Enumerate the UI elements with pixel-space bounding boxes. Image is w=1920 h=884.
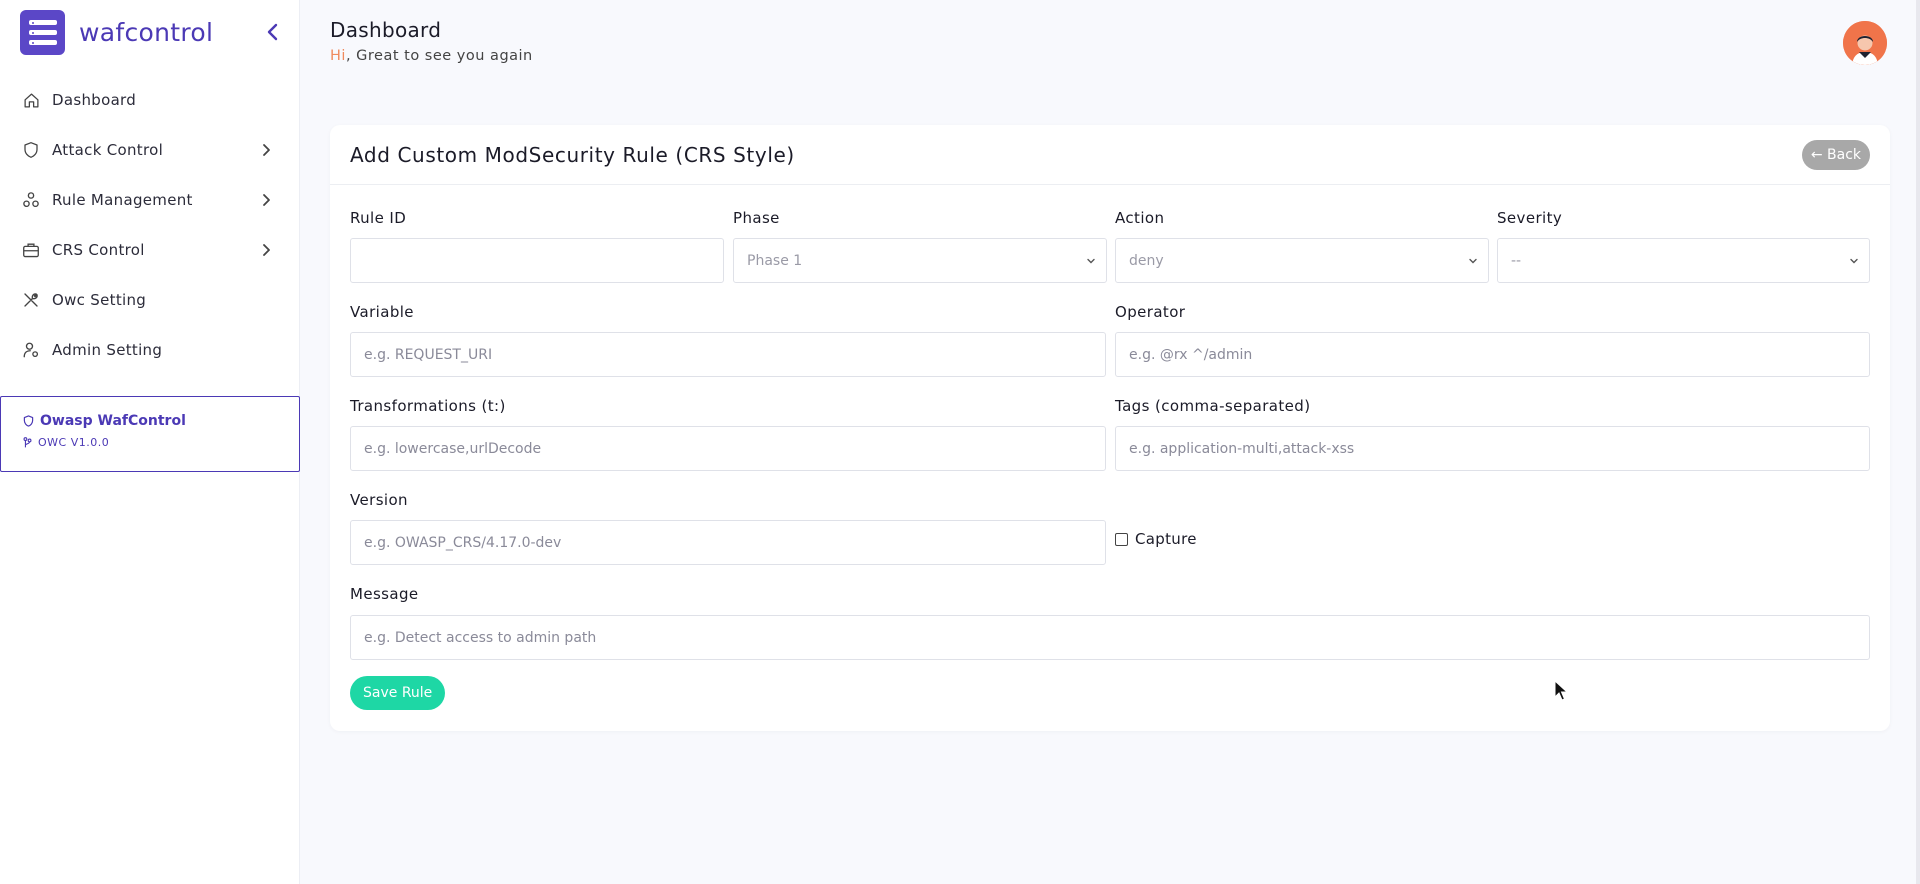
- shield-icon: [23, 415, 34, 427]
- avatar[interactable]: [1843, 21, 1887, 65]
- version-card-version: OWC V1.0.0: [23, 436, 299, 449]
- rule-id-label: Rule ID: [350, 209, 407, 227]
- chevron-down-icon: [1469, 258, 1477, 264]
- sidebar-item-label: Rule Management: [52, 191, 193, 209]
- phase-select[interactable]: Phase 1: [733, 238, 1107, 283]
- phase-selected-value: Phase 1: [747, 252, 803, 269]
- tags-label: Tags (comma-separated): [1115, 397, 1311, 415]
- tools-icon: [22, 291, 40, 309]
- chevron-right-icon: [263, 194, 270, 206]
- save-rule-button[interactable]: Save Rule: [350, 676, 446, 710]
- sidebar-item-attack-control[interactable]: Attack Control: [0, 125, 300, 175]
- rule-id-input[interactable]: [350, 238, 724, 283]
- transformations-input[interactable]: [350, 426, 1106, 471]
- chevron-down-icon: [1087, 258, 1095, 264]
- version-card: Owasp WafControl OWC V1.0.0: [0, 396, 300, 472]
- version-input[interactable]: [350, 520, 1106, 565]
- sidebar-item-label: CRS Control: [52, 241, 145, 259]
- git-branch-icon: [23, 437, 32, 448]
- greeting-text: , Great to see you again: [345, 48, 533, 64]
- message-label: Message: [350, 585, 419, 603]
- phase-label: Phase: [733, 209, 780, 227]
- version-card-title: Owasp WafControl: [23, 413, 299, 429]
- app-name: Owasp WafControl: [40, 413, 186, 429]
- sidebar-item-dashboard[interactable]: Dashboard: [0, 75, 300, 125]
- brand[interactable]: wafcontrol: [20, 10, 213, 55]
- sidebar-item-label: Admin Setting: [52, 341, 163, 359]
- sidebar-item-crs-control[interactable]: CRS Control: [0, 225, 300, 275]
- sidebar-item-label: Attack Control: [52, 141, 164, 159]
- transformations-label: Transformations (t:): [350, 397, 506, 415]
- server-icon: [20, 10, 65, 55]
- sidebar-item-label: Owc Setting: [52, 291, 147, 309]
- capture-label: Capture: [1135, 530, 1197, 548]
- variable-input[interactable]: [350, 332, 1106, 377]
- capture-checkbox[interactable]: Capture: [1115, 530, 1197, 548]
- action-select[interactable]: deny: [1115, 238, 1489, 283]
- chevron-right-icon: [263, 244, 270, 256]
- add-rule-card: Add Custom ModSecurity Rule (CRS Style) …: [330, 125, 1890, 731]
- chevron-right-icon: [263, 144, 270, 156]
- chevron-left-icon: [267, 23, 278, 41]
- page-scrollbar[interactable]: [1916, 0, 1920, 884]
- nodes-icon: [22, 191, 40, 209]
- brand-name: wafcontrol: [79, 18, 214, 47]
- greeting: Hi, Great to see you again: [330, 48, 533, 64]
- checkbox-icon[interactable]: [1115, 532, 1128, 546]
- card-title: Add Custom ModSecurity Rule (CRS Style): [350, 143, 795, 167]
- app-version: OWC V1.0.0: [38, 436, 110, 449]
- user-avatar-icon: [1843, 21, 1887, 65]
- tags-input[interactable]: [1115, 426, 1870, 471]
- severity-selected-value: --: [1511, 252, 1522, 269]
- back-button[interactable]: ← Back: [1801, 140, 1870, 170]
- sidebar-item-label: Dashboard: [52, 91, 137, 109]
- user-gear-icon: [22, 341, 40, 359]
- sidebar-item-owc-setting[interactable]: Owc Setting: [0, 275, 300, 325]
- sidebar: wafcontrol Dashboard Attack Control Rule…: [0, 0, 300, 884]
- briefcase-icon: [22, 241, 40, 259]
- page-header: Dashboard Hi, Great to see you again: [330, 18, 533, 64]
- action-label: Action: [1115, 209, 1165, 227]
- greeting-hi: Hi: [330, 48, 346, 64]
- operator-input[interactable]: [1115, 332, 1870, 377]
- sidebar-item-admin-setting[interactable]: Admin Setting: [0, 325, 300, 375]
- shield-icon: [22, 141, 40, 159]
- sidebar-nav: Dashboard Attack Control Rule Management…: [0, 75, 300, 375]
- sidebar-item-rule-management[interactable]: Rule Management: [0, 175, 300, 225]
- mouse-cursor-icon: [1554, 680, 1568, 701]
- page-title: Dashboard: [330, 18, 442, 42]
- card-header: Add Custom ModSecurity Rule (CRS Style) …: [330, 125, 1890, 185]
- severity-select[interactable]: --: [1497, 238, 1870, 283]
- collapse-sidebar-button[interactable]: [262, 22, 282, 42]
- action-selected-value: deny: [1129, 252, 1164, 269]
- chevron-down-icon: [1850, 258, 1858, 264]
- home-icon: [22, 91, 40, 109]
- severity-label: Severity: [1497, 209, 1563, 227]
- variable-label: Variable: [350, 303, 414, 321]
- version-label: Version: [350, 491, 408, 509]
- operator-label: Operator: [1115, 303, 1186, 321]
- message-input[interactable]: [350, 615, 1870, 660]
